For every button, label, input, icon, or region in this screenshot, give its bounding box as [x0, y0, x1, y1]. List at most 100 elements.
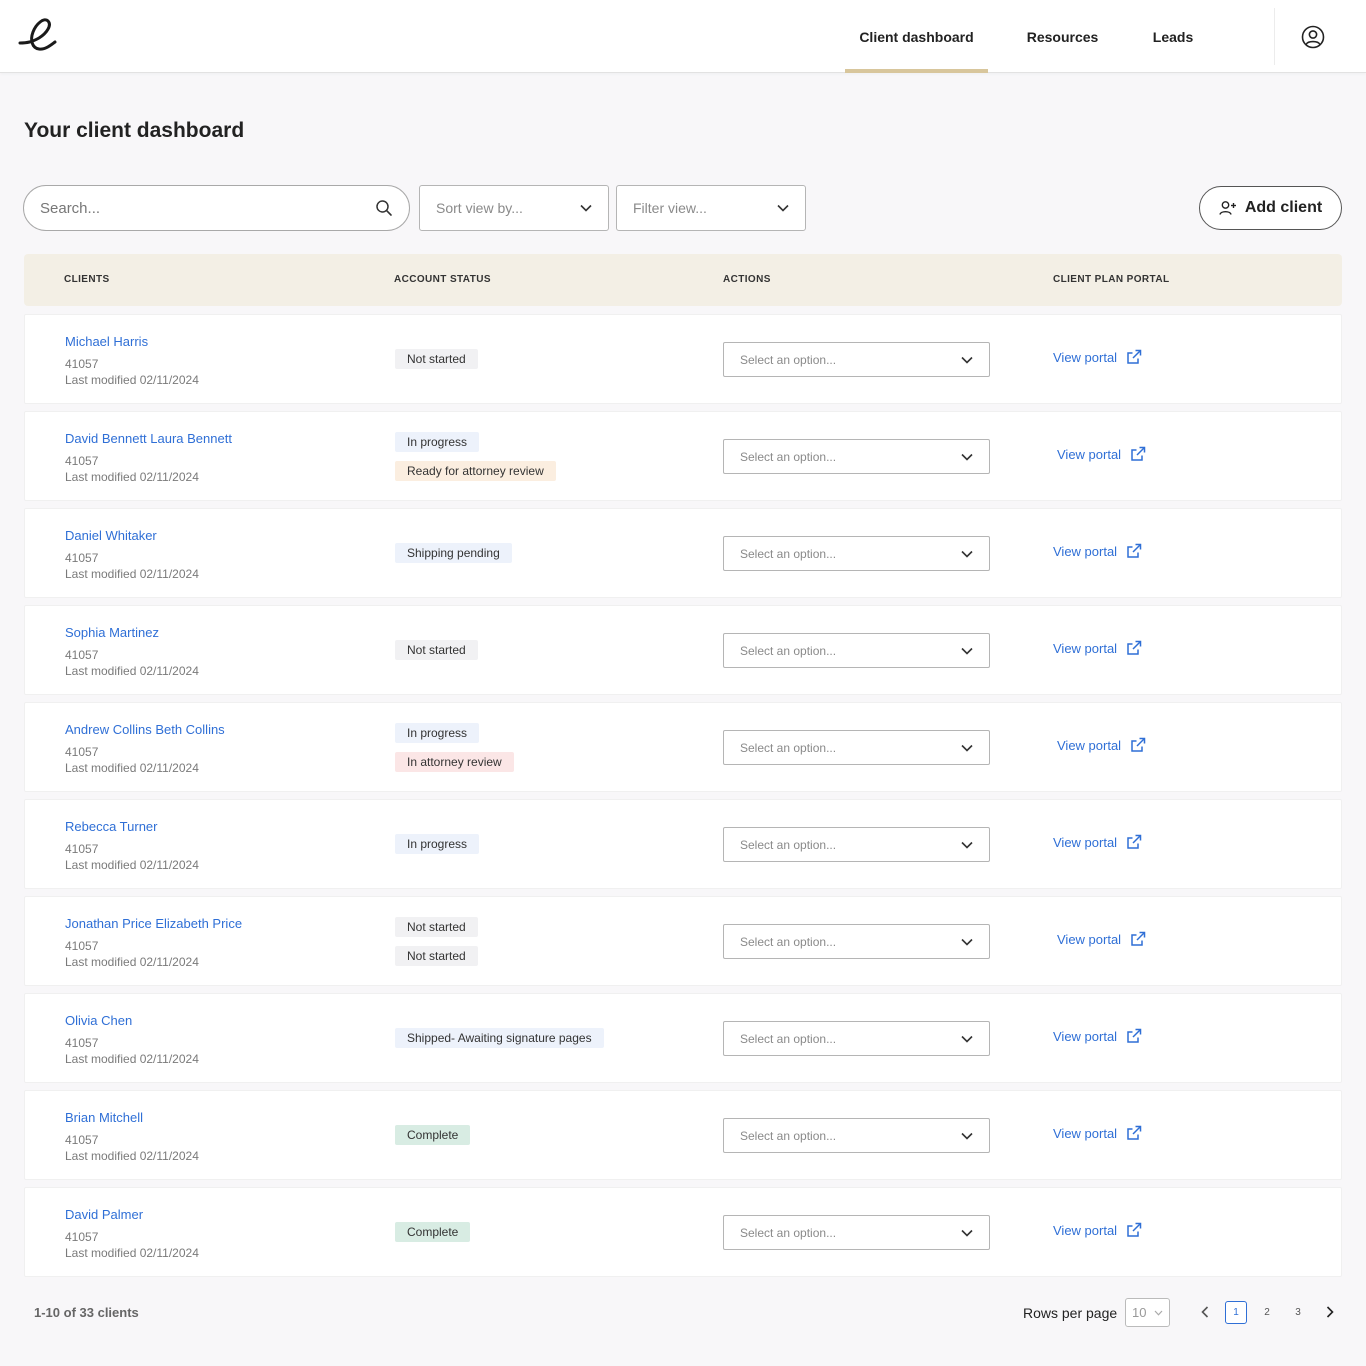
- account-status-cell: Complete: [395, 1188, 471, 1276]
- view-portal-label: View portal: [1057, 737, 1122, 753]
- chevron-down-icon: [961, 1229, 973, 1237]
- chevron-down-icon: [961, 647, 973, 655]
- view-portal-link[interactable]: View portal: [1053, 1222, 1142, 1238]
- view-portal-label: View portal: [1053, 1125, 1118, 1141]
- filter-dropdown-placeholder: Filter view...: [633, 200, 707, 216]
- filter-dropdown[interactable]: Filter view...: [616, 185, 806, 231]
- view-portal-label: View portal: [1053, 349, 1118, 365]
- chevron-left-icon: [1201, 1306, 1209, 1318]
- client-name-link[interactable]: Olivia Chen: [65, 1013, 132, 1028]
- client-name-link[interactable]: Rebecca Turner: [65, 819, 158, 834]
- view-portal-label: View portal: [1057, 931, 1122, 947]
- last-modified: Last modified 02/11/2024: [65, 858, 199, 872]
- external-link-icon: [1127, 349, 1142, 364]
- action-select-placeholder: Select an option...: [740, 449, 837, 464]
- table-row: Rebecca Turner 41057 Last modified 02/11…: [24, 799, 1342, 889]
- search-icon[interactable]: [375, 199, 393, 217]
- action-select-placeholder: Select an option...: [740, 352, 837, 367]
- action-select-placeholder: Select an option...: [740, 1031, 837, 1046]
- client-name-link[interactable]: Sophia Martinez: [65, 625, 159, 640]
- tab-resources[interactable]: Resources: [1010, 0, 1115, 73]
- view-portal-link[interactable]: View portal: [1057, 931, 1146, 947]
- view-portal-link[interactable]: View portal: [1053, 349, 1142, 365]
- page-button-3[interactable]: 3: [1287, 1301, 1309, 1324]
- add-client-button[interactable]: Add client: [1199, 186, 1342, 230]
- client-id: 41057: [65, 648, 99, 662]
- status-badge: In attorney review: [395, 751, 514, 772]
- client-name-link[interactable]: Brian Mitchell: [65, 1110, 143, 1125]
- action-select[interactable]: Select an option...: [723, 439, 990, 474]
- status-badge: In progress: [395, 722, 480, 743]
- last-modified: Last modified 02/11/2024: [65, 1246, 199, 1260]
- sort-dropdown-placeholder: Sort view by...: [436, 200, 523, 216]
- action-select-placeholder: Select an option...: [740, 740, 837, 755]
- view-portal-link[interactable]: View portal: [1057, 446, 1146, 462]
- chevron-right-icon: [1326, 1306, 1334, 1318]
- client-name-link[interactable]: Daniel Whitaker: [65, 528, 157, 543]
- action-select-placeholder: Select an option...: [740, 546, 837, 561]
- status-badge: Shipped- Awaiting signature pages: [395, 1028, 604, 1048]
- external-link-icon: [1131, 931, 1146, 946]
- client-name-link[interactable]: David Bennett Laura Bennett: [65, 431, 232, 446]
- table-row: David Palmer 41057 Last modified 02/11/2…: [24, 1187, 1342, 1277]
- page-button-2[interactable]: 2: [1256, 1301, 1278, 1324]
- action-select[interactable]: Select an option...: [723, 342, 990, 377]
- script-e-logo[interactable]: [18, 16, 60, 54]
- client-name-link[interactable]: Michael Harris: [65, 334, 148, 349]
- status-badge: Complete: [395, 1222, 471, 1242]
- action-select-placeholder: Select an option...: [740, 1128, 837, 1143]
- view-portal-link[interactable]: View portal: [1053, 1028, 1142, 1044]
- account-status-cell: Shipping pending: [395, 509, 512, 597]
- status-badge: In progress: [395, 431, 480, 452]
- status-badge: Not started: [395, 349, 478, 369]
- status-badge: Not started: [395, 640, 478, 660]
- account-status-cell: Not started: [395, 315, 478, 403]
- previous-page-button[interactable]: [1195, 1302, 1215, 1322]
- action-select[interactable]: Select an option...: [723, 536, 990, 571]
- add-user-icon: [1219, 201, 1236, 215]
- client-id: 41057: [65, 357, 99, 371]
- sort-dropdown[interactable]: Sort view by...: [419, 185, 609, 231]
- table-row: Olivia Chen 41057 Last modified 02/11/20…: [24, 993, 1342, 1083]
- view-portal-link[interactable]: View portal: [1057, 737, 1146, 753]
- search-input[interactable]: [40, 199, 375, 217]
- action-select[interactable]: Select an option...: [723, 1215, 990, 1250]
- client-id: 41057: [65, 551, 99, 565]
- page-button-1[interactable]: 1: [1225, 1301, 1247, 1324]
- client-name-link[interactable]: David Palmer: [65, 1207, 143, 1222]
- view-portal-link[interactable]: View portal: [1053, 543, 1142, 559]
- client-name-link[interactable]: Jonathan Price Elizabeth Price: [65, 916, 242, 931]
- action-select[interactable]: Select an option...: [723, 730, 990, 765]
- status-badge: Not started: [395, 945, 478, 966]
- last-modified: Last modified 02/11/2024: [65, 1052, 199, 1066]
- chevron-down-icon: [961, 550, 973, 558]
- external-link-icon: [1127, 543, 1142, 558]
- last-modified: Last modified 02/11/2024: [65, 1149, 199, 1163]
- page-title: Your client dashboard: [24, 119, 245, 142]
- last-modified: Last modified 02/11/2024: [65, 470, 199, 484]
- tab-client-dashboard[interactable]: Client dashboard: [845, 0, 988, 73]
- last-modified: Last modified 02/11/2024: [65, 373, 199, 387]
- search-box[interactable]: [23, 185, 410, 231]
- user-circle-icon[interactable]: [1301, 25, 1325, 49]
- action-select[interactable]: Select an option...: [723, 924, 990, 959]
- action-select[interactable]: Select an option...: [723, 633, 990, 668]
- last-modified: Last modified 02/11/2024: [65, 955, 199, 969]
- view-portal-link[interactable]: View portal: [1053, 640, 1142, 656]
- client-name-link[interactable]: Andrew Collins Beth Collins: [65, 722, 225, 737]
- view-portal-link[interactable]: View portal: [1053, 834, 1142, 850]
- tab-leads[interactable]: Leads: [1140, 0, 1206, 73]
- chevron-down-icon: [961, 453, 973, 461]
- chevron-down-icon: [580, 204, 592, 212]
- action-select-placeholder: Select an option...: [740, 1225, 837, 1240]
- status-badge: Shipping pending: [395, 543, 512, 563]
- table-row: Michael Harris 41057 Last modified 02/11…: [24, 314, 1342, 404]
- next-page-button[interactable]: [1320, 1302, 1340, 1322]
- rows-per-page-select[interactable]: 10: [1125, 1298, 1170, 1327]
- action-select[interactable]: Select an option...: [723, 1118, 990, 1153]
- chevron-down-icon: [961, 841, 973, 849]
- action-select[interactable]: Select an option...: [723, 827, 990, 862]
- table-header: CLIENTS ACCOUNT STATUS ACTIONS CLIENT PL…: [24, 254, 1342, 306]
- action-select[interactable]: Select an option...: [723, 1021, 990, 1056]
- view-portal-link[interactable]: View portal: [1053, 1125, 1142, 1141]
